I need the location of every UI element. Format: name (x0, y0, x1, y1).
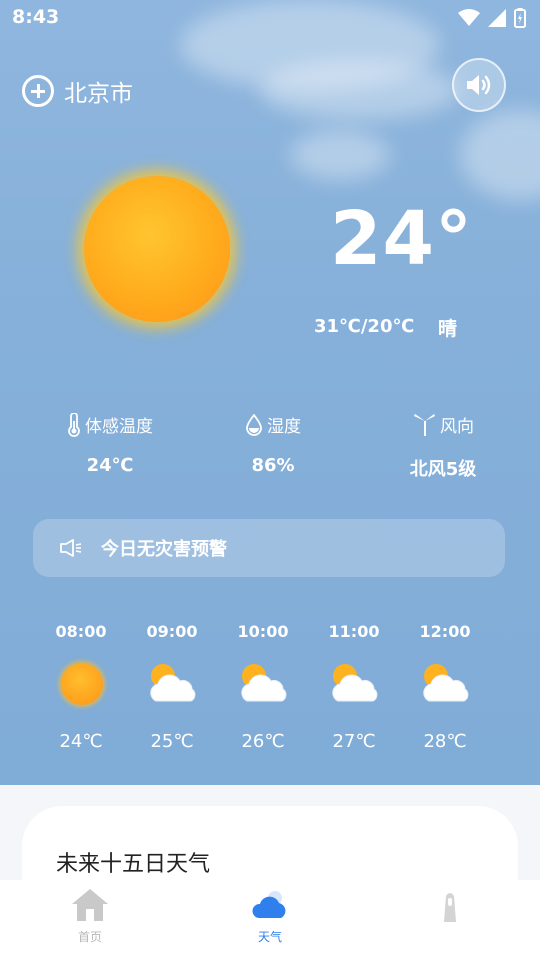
battery-icon (514, 8, 526, 28)
city-name: 北京市 (64, 81, 133, 107)
cloud-icon (252, 891, 286, 918)
stat-wind: 风向 北风5级 (388, 412, 498, 481)
stat-humidity: 湿度 86% (218, 412, 328, 476)
speaker-icon (467, 75, 491, 95)
hour-time: 09:00 (146, 622, 198, 641)
hour-temperature: 25℃ (150, 731, 194, 752)
stat-label: 体感温度 (85, 417, 153, 437)
sun-icon (61, 663, 103, 705)
stat-label: 风向 (440, 417, 474, 437)
hour-temperature: 28℃ (423, 731, 467, 752)
voice-broadcast-button[interactable] (452, 58, 506, 112)
sun-icon (84, 176, 230, 322)
partly-cloudy-icon (241, 664, 287, 702)
tab-weather[interactable]: 天气 (220, 888, 320, 945)
thermometer-icon (68, 412, 80, 437)
city-selector[interactable]: 北京市 (22, 74, 133, 108)
stat-value: 86% (251, 455, 295, 476)
hour-time: 12:00 (419, 622, 471, 641)
bottom-tab-bar: 首页 天气 (0, 880, 540, 960)
tab-label: 天气 (257, 930, 282, 944)
megaphone-icon (60, 539, 82, 557)
hourly-item[interactable]: 09:00 25℃ (127, 622, 217, 752)
hourly-item[interactable]: 12:00 28℃ (400, 622, 490, 752)
hour-time: 08:00 (55, 622, 107, 641)
hour-temperature: 27℃ (332, 731, 376, 752)
wifi-icon (458, 9, 480, 26)
background-cloud (290, 130, 390, 180)
temperature-range: 31℃/20℃ (314, 316, 415, 337)
tab-home[interactable]: 首页 (40, 888, 140, 945)
stat-label: 湿度 (267, 417, 301, 437)
tab-discover[interactable] (400, 888, 500, 928)
weather-alert-banner[interactable]: 今日无灾害预警 (33, 519, 505, 577)
weather-condition: 晴 (438, 318, 458, 340)
status-bar: 8:43 (0, 0, 540, 36)
home-icon (72, 889, 108, 921)
stat-feels-like: 体感温度 24℃ (50, 412, 170, 476)
background-cloud (260, 60, 460, 120)
hour-temperature: 24℃ (59, 731, 103, 752)
background-cloud (460, 110, 540, 200)
stat-value: 北风5级 (409, 459, 477, 480)
hourly-item[interactable]: 11:00 27℃ (309, 622, 399, 752)
hourly-item[interactable]: 10:00 26℃ (218, 622, 308, 752)
forecast-title: 未来十五日天气 (56, 852, 211, 877)
hour-time: 11:00 (328, 622, 380, 641)
hourly-item[interactable]: 08:00 24℃ (36, 622, 126, 752)
stat-value: 24℃ (86, 455, 134, 476)
partly-cloudy-icon (332, 664, 378, 702)
wind-turbine-icon (414, 413, 435, 436)
hour-time: 10:00 (237, 622, 289, 641)
status-time: 8:43 (12, 6, 60, 28)
lighthouse-icon (444, 893, 456, 922)
tab-label: 首页 (77, 930, 102, 944)
signal-icon (488, 9, 506, 27)
hour-temperature: 26℃ (241, 731, 285, 752)
partly-cloudy-icon (150, 664, 196, 702)
alert-text: 今日无灾害预警 (101, 539, 227, 560)
current-temperature: 24° (330, 196, 473, 282)
droplet-icon (246, 413, 262, 436)
partly-cloudy-icon (423, 664, 469, 702)
add-city-icon[interactable] (22, 75, 54, 107)
